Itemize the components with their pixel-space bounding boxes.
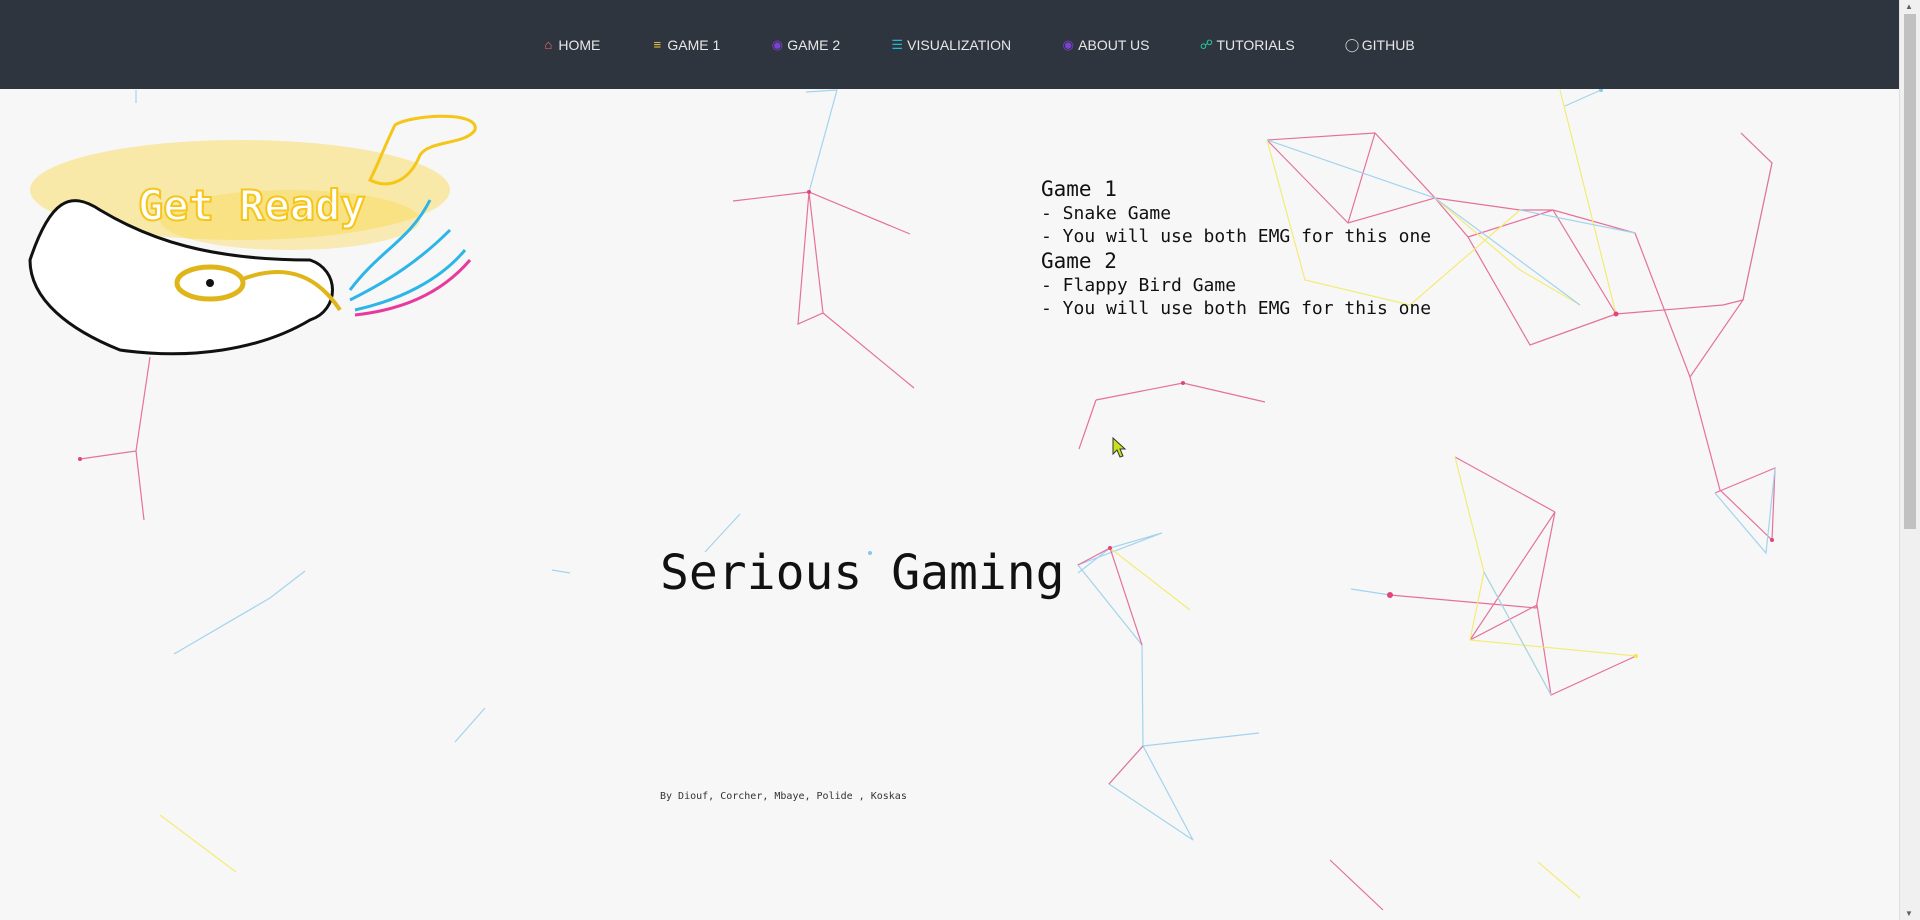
nav-visualization[interactable]: ☰ VISUALIZATION [865, 37, 1036, 53]
nav-tutorials[interactable]: ☍ TUTORIALS [1174, 37, 1319, 53]
nav-home[interactable]: ⌂ HOME [516, 37, 625, 53]
bars-icon: ☰ [891, 36, 903, 52]
scroll-up-arrow-icon[interactable]: ▲ [1905, 2, 1913, 11]
top-navbar: ⌂ HOME ≡ GAME 1 ◉ GAME 2 ☰ VISUALIZATION ◉ AB… [0, 0, 1900, 89]
scroll-down-arrow-icon[interactable]: ▼ [1905, 909, 1913, 918]
scrollbar-thumb[interactable] [1904, 14, 1916, 529]
game2-name: - Flappy Bird Game [1041, 275, 1237, 296]
get-ready-hand-illustration: Get Ready [28, 114, 477, 356]
game1-note: - You will use both EMG for this one [1041, 226, 1432, 247]
headset-icon: ☍ [1199, 36, 1214, 52]
game2-note: - You will use both EMG for this one [1041, 298, 1432, 319]
game2-title: Game 2 [1041, 249, 1117, 273]
nav-game-2[interactable]: ◉ GAME 2 [745, 37, 865, 53]
github-icon: ◯ [1344, 36, 1360, 52]
nav-label: GAME 2 [787, 36, 841, 53]
get-ready-logo-text: Get Ready [138, 181, 366, 230]
game1-title: Game 1 [1041, 177, 1117, 201]
nav-label: ABOUT US [1078, 36, 1150, 53]
page-title: Serious Gaming [660, 545, 1065, 601]
nav-about-us[interactable]: ◉ ABOUT US [1036, 37, 1174, 53]
home-icon: ⌂ [544, 37, 553, 52]
nav-label: TUTORIALS [1216, 36, 1295, 53]
gamepad-icon: ◉ [771, 36, 783, 52]
layers-icon: ≡ [653, 37, 662, 52]
games-description: Game 1 - Snake Game - You will use both … [1041, 176, 1431, 320]
vertical-scrollbar[interactable]: ▲ ▼ [1899, 0, 1920, 920]
nav-label: HOME [558, 36, 601, 53]
nav-game-1[interactable]: ≡ GAME 1 [625, 37, 745, 53]
authors-byline: By Diouf, Corcher, Mbaye, Polide , Koska… [660, 791, 907, 802]
game1-name: - Snake Game [1041, 203, 1172, 224]
nav-label: GITHUB [1361, 36, 1415, 53]
nav-label: GAME 1 [667, 36, 721, 53]
users-icon: ◉ [1062, 36, 1074, 52]
nav-label: VISUALIZATION [907, 36, 1012, 53]
nav-github[interactable]: ◯ GITHUB [1320, 37, 1440, 53]
mouse-cursor-icon [1112, 437, 1127, 458]
